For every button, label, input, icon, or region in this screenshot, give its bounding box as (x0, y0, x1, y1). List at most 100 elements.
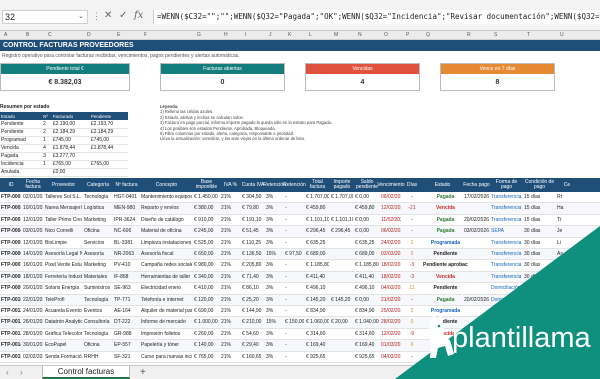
table-cell[interactable]: € 1.101,10 (331, 215, 353, 226)
table-cell[interactable]: - (403, 295, 421, 306)
table-cell[interactable]: € 205,80 (242, 260, 264, 271)
table-cell[interactable]: - (285, 203, 304, 214)
table-cell[interactable]: € 0,00 (355, 192, 379, 203)
formula-input[interactable]: =WENN($C32="";"";WENN($Q32="Pagada";"OK"… (153, 10, 600, 24)
table-header-cell[interactable]: Forma de pago (490, 178, 523, 192)
table-cell[interactable]: 15 días (524, 192, 555, 203)
chevron-left-icon[interactable]: ‹ (6, 368, 9, 377)
table-cell[interactable]: EP-557 (114, 340, 139, 351)
table-cell[interactable]: DT-222 (114, 317, 139, 328)
name-box[interactable]: 32 ⌄ (2, 10, 88, 24)
table-cell[interactable]: € 411,40 (355, 272, 379, 283)
table-cell[interactable]: Tecnología (84, 329, 112, 340)
table-cell[interactable]: € 925,65 (306, 352, 329, 363)
table-cell[interactable]: FTP-0006 (1, 249, 21, 260)
table-cell[interactable]: 21% (221, 260, 240, 271)
table-header-cell[interactable]: Base imponible (193, 178, 220, 192)
table-cell[interactable]: 04/03/2026 (381, 283, 401, 294)
function-icon[interactable]: fx (134, 10, 143, 21)
table-cell[interactable]: 02/01/2026 (23, 192, 43, 203)
table-cell[interactable]: Ev (557, 306, 577, 317)
table-cell[interactable]: BL-3381 (114, 238, 139, 249)
table-cell[interactable]: NR-2063 (114, 249, 139, 260)
table-cell[interactable]: € 71,40 (242, 272, 264, 283)
table-cell[interactable]: € 689,00 (355, 249, 379, 260)
table-cell[interactable] (331, 352, 353, 363)
table-cell[interactable]: Domiciliación (491, 283, 522, 294)
table-cell[interactable]: SE-963 (114, 283, 139, 294)
table-cell[interactable]: IPR-3624 (114, 215, 139, 226)
table-cell[interactable]: € 169,40 (306, 340, 329, 351)
table-cell[interactable]: € 1.000,00 (194, 317, 219, 328)
table-cell[interactable]: 15% (266, 249, 283, 260)
table-cell[interactable]: 30 días (524, 226, 555, 237)
table-cell[interactable]: BioLimpie (45, 238, 82, 249)
table-cell[interactable]: Tecnología (84, 192, 112, 203)
table-header-cell[interactable]: Fecha pago (463, 178, 490, 192)
table-cell[interactable]: € 1.185,80 (306, 260, 329, 271)
table-cell[interactable]: - (285, 340, 304, 351)
table-cell[interactable]: Programada (423, 238, 468, 249)
table-cell[interactable]: - (285, 352, 304, 363)
table-cell[interactable]: € 144,90 (242, 306, 264, 317)
table-row[interactable]: FTP-001022/01/2026TeleProfiTecnologíaTP-… (0, 294, 600, 306)
table-cell[interactable]: Pagada (423, 215, 468, 226)
table-cell[interactable]: FTP-0011 (1, 306, 21, 317)
column-header-n[interactable]: N (358, 32, 362, 38)
table-header-cell[interactable]: IVA % (220, 178, 241, 192)
table-cell[interactable]: 5 (403, 317, 421, 328)
table-cell[interactable]: € 20,00 (331, 317, 353, 328)
table-row[interactable]: FTP-001124/01/2026Acuarela EventosEvento… (0, 306, 600, 318)
table-cell[interactable]: 12/01/2026 (23, 215, 43, 226)
table-cell[interactable]: Pendiente aprobación (423, 260, 468, 271)
table-cell[interactable]: Servicios (84, 238, 112, 249)
table-cell[interactable]: FTP-0013 (1, 329, 21, 340)
table-cell[interactable] (331, 283, 353, 294)
column-header-m[interactable]: M (334, 32, 338, 38)
table-cell[interactable]: Asesoría Legal Norte (45, 249, 82, 260)
column-header-a[interactable]: A (4, 32, 7, 38)
table-cell[interactable]: Asesoría (84, 249, 112, 260)
table-cell[interactable]: Transferencia (491, 192, 522, 203)
table-cell[interactable]: Ha (557, 203, 577, 214)
table-cell[interactable]: 3% (266, 283, 283, 294)
table-header-cell[interactable]: Nº factura (113, 178, 140, 192)
table-cell[interactable]: 3% (266, 352, 283, 363)
table-cell[interactable]: GR-988 (114, 329, 139, 340)
table-cell[interactable]: Ti (557, 295, 577, 306)
table-header-cell[interactable]: Ce (556, 178, 578, 192)
column-header-t[interactable]: T (527, 32, 530, 38)
table-header-cell[interactable]: Fecha factura (22, 178, 44, 192)
table-cell[interactable]: Vencida (423, 203, 468, 214)
table-cell[interactable]: 21% (221, 215, 240, 226)
table-cell[interactable]: - (403, 215, 421, 226)
table-cell[interactable]: € 120,00 (194, 295, 219, 306)
table-cell[interactable]: 12/02/2026 (381, 203, 401, 214)
table-cell[interactable]: € 340,00 (194, 272, 219, 283)
column-header-q[interactable]: Q (426, 32, 430, 38)
table-cell[interactable]: Papelería y tóner (141, 340, 192, 351)
table-cell[interactable]: Senda Formación (45, 352, 82, 363)
table-cell[interactable]: -3 (403, 260, 421, 271)
table-cell[interactable]: 21% (221, 295, 240, 306)
table-cell[interactable]: 21% (221, 226, 240, 237)
table-cell[interactable]: Pixel Verde Estudio (45, 260, 82, 271)
table-cell[interactable]: 11/02/2026 (381, 215, 401, 226)
table-cell[interactable]: € 304,50 (242, 192, 264, 203)
table-cell[interactable]: TP-771 (114, 295, 139, 306)
table-cell[interactable]: Eventos (84, 306, 112, 317)
table-cell[interactable]: Suministros (84, 283, 112, 294)
table-cell[interactable]: Ad (557, 283, 577, 294)
table-cell[interactable]: Domiciliación (491, 295, 522, 306)
table-cell[interactable]: 21% (221, 203, 240, 214)
table-row[interactable]: FTP-000512/01/2026BioLimpieServiciosBL-3… (0, 238, 600, 249)
table-cell[interactable]: - (285, 260, 304, 271)
table-row[interactable]: FTP-000920/01/2026Solaris EnergíaSuminis… (0, 283, 600, 295)
table-cell[interactable]: € 1.101,10 (306, 215, 329, 226)
table-cell[interactable]: FTP-0001 (1, 192, 21, 203)
table-row[interactable]: FTP-000614/01/2026Asesoría Legal NorteAs… (0, 249, 600, 261)
table-cell[interactable]: Op (557, 272, 577, 283)
table-cell[interactable]: - (285, 306, 304, 317)
table-cell[interactable]: 18/02/2026 (381, 272, 401, 283)
table-cell[interactable] (331, 203, 353, 214)
